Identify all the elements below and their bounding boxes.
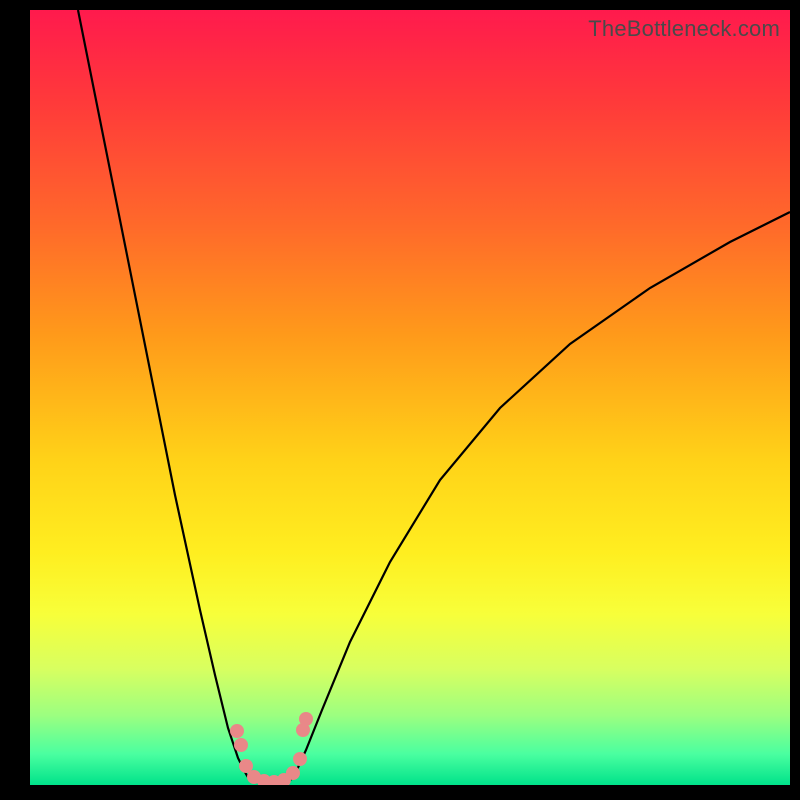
marker-dot bbox=[234, 738, 248, 752]
chart-svg bbox=[30, 10, 790, 785]
marker-dot bbox=[286, 766, 300, 780]
marker-dot bbox=[299, 712, 313, 726]
right-curve bbox=[289, 212, 790, 782]
left-curve bbox=[78, 10, 251, 782]
marker-dot bbox=[293, 752, 307, 766]
marker-dot bbox=[230, 724, 244, 738]
plot-area: TheBottleneck.com bbox=[30, 10, 790, 785]
marker-group bbox=[230, 712, 313, 785]
chart-frame: TheBottleneck.com bbox=[0, 0, 800, 800]
